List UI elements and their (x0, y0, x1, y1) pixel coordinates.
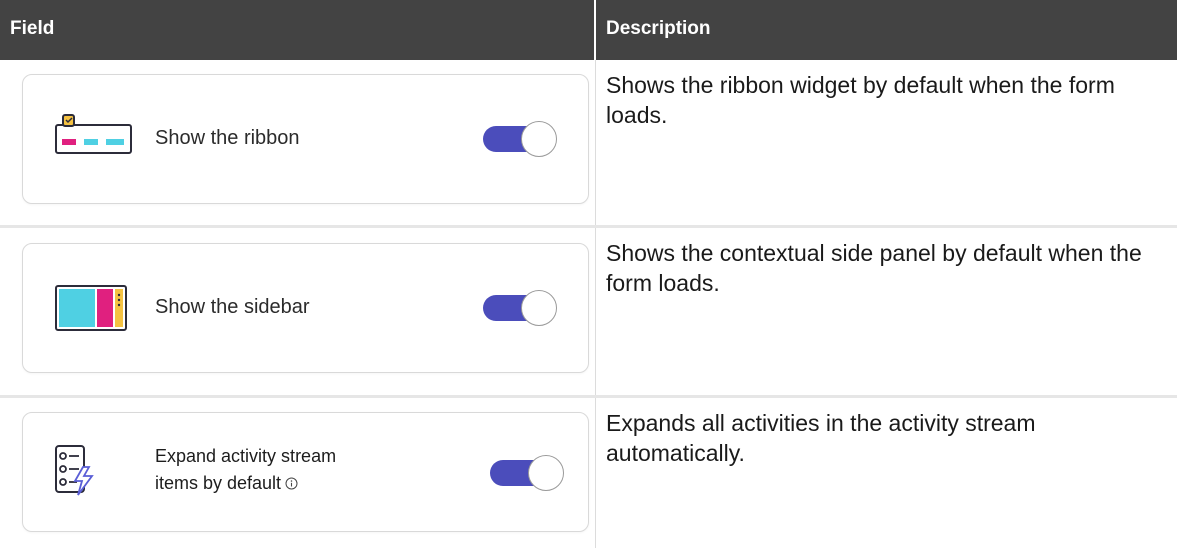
settings-table: Field Description Show the ribbon Shows … (0, 0, 1177, 548)
description-text: Shows the contextual side panel by defau… (606, 240, 1142, 296)
setting-label-line1: Expand activity stream (155, 446, 337, 466)
setting-label: Show the ribbon (155, 127, 300, 149)
setting-card-activity-stream: Expand activity stream items by default (22, 412, 589, 532)
setting-label: Expand activity stream items by default (155, 443, 336, 498)
table-row: Expand activity stream items by default … (0, 398, 1177, 548)
sidebar-toggle[interactable] (483, 290, 558, 326)
table-row: Show the sidebar Shows the contextual si… (0, 228, 1177, 398)
description-text: Expands all activities in the activity s… (606, 410, 1036, 466)
sidebar-icon (53, 284, 129, 337)
column-header-field: Field (0, 0, 596, 60)
column-header-description: Description (606, 18, 711, 39)
setting-label: Show the sidebar (155, 296, 310, 318)
info-icon[interactable] (285, 471, 298, 498)
setting-card-sidebar: Show the sidebar (22, 243, 589, 373)
setting-card-ribbon: Show the ribbon (22, 74, 589, 204)
activity-stream-icon (53, 443, 97, 502)
toggle-knob (521, 290, 557, 326)
ribbon-icon (53, 113, 135, 162)
toggle-knob (528, 455, 564, 491)
activity-stream-toggle[interactable] (490, 455, 565, 491)
toggle-knob (521, 121, 557, 157)
description-text: Shows the ribbon widget by default when … (606, 72, 1115, 128)
ribbon-toggle[interactable] (483, 121, 558, 157)
table-row: Show the ribbon Shows the ribbon widget … (0, 60, 1177, 228)
setting-label-line2: items by default (155, 473, 282, 493)
table-header: Field Description (0, 0, 1177, 60)
